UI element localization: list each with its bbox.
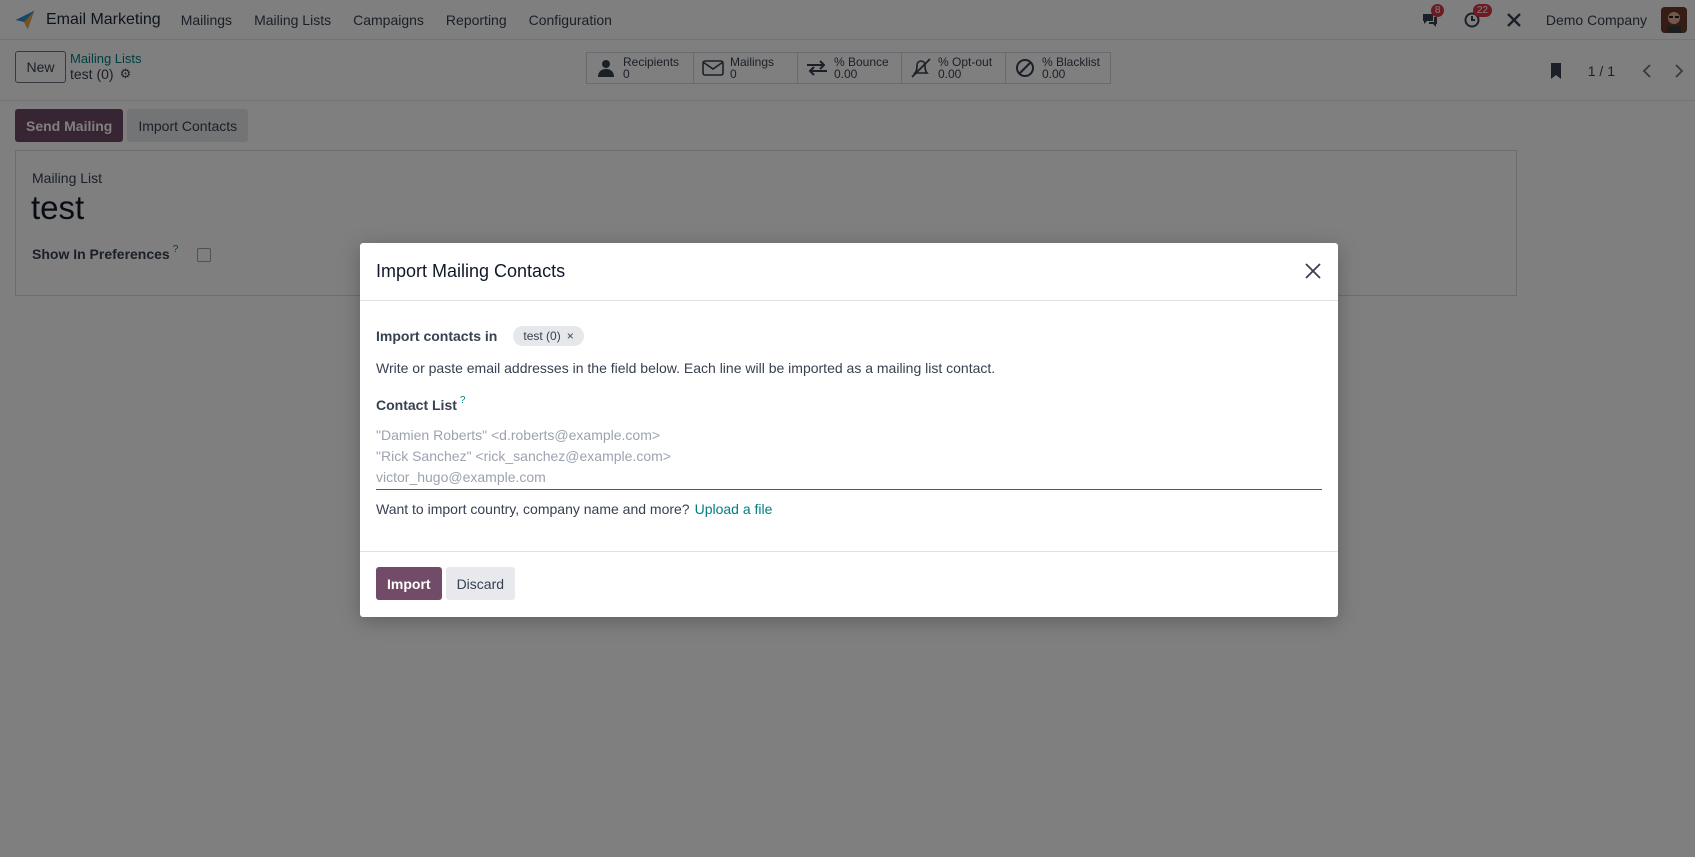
import-in-row: Import contacts in test (0) × — [376, 326, 584, 346]
dialog-body: Import contacts in test (0) × Write or p… — [360, 301, 1338, 517]
import-in-label: Import contacts in — [376, 328, 498, 344]
contact-list-label-text: Contact List — [376, 397, 457, 413]
mailing-list-tag-label: test (0) — [523, 329, 561, 343]
upload-file-link[interactable]: Upload a file — [695, 501, 773, 517]
dialog-header: Import Mailing Contacts — [360, 243, 1338, 301]
instructions-text: Write or paste email addresses in the fi… — [376, 360, 996, 376]
mailing-list-tag: test (0) × — [513, 326, 584, 346]
contact-list-label: Contact List ? — [376, 395, 466, 414]
tag-remove-icon[interactable]: × — [567, 329, 574, 343]
dialog-title: Import Mailing Contacts — [376, 261, 566, 281]
dialog-footer: Import Discard — [360, 551, 1338, 617]
contact-list-textarea[interactable]: "Damien Roberts" <d.roberts@example.com>… — [376, 425, 1322, 490]
upload-row: Want to import country, company name and… — [376, 501, 772, 517]
help-icon[interactable]: ? — [460, 395, 466, 406]
close-icon[interactable] — [1302, 260, 1324, 282]
import-contacts-dialog: Import Mailing Contacts Import contacts … — [360, 243, 1338, 617]
discard-button[interactable]: Discard — [445, 567, 516, 600]
upload-prompt: Want to import country, company name and… — [376, 501, 690, 517]
import-button[interactable]: Import — [376, 567, 442, 600]
